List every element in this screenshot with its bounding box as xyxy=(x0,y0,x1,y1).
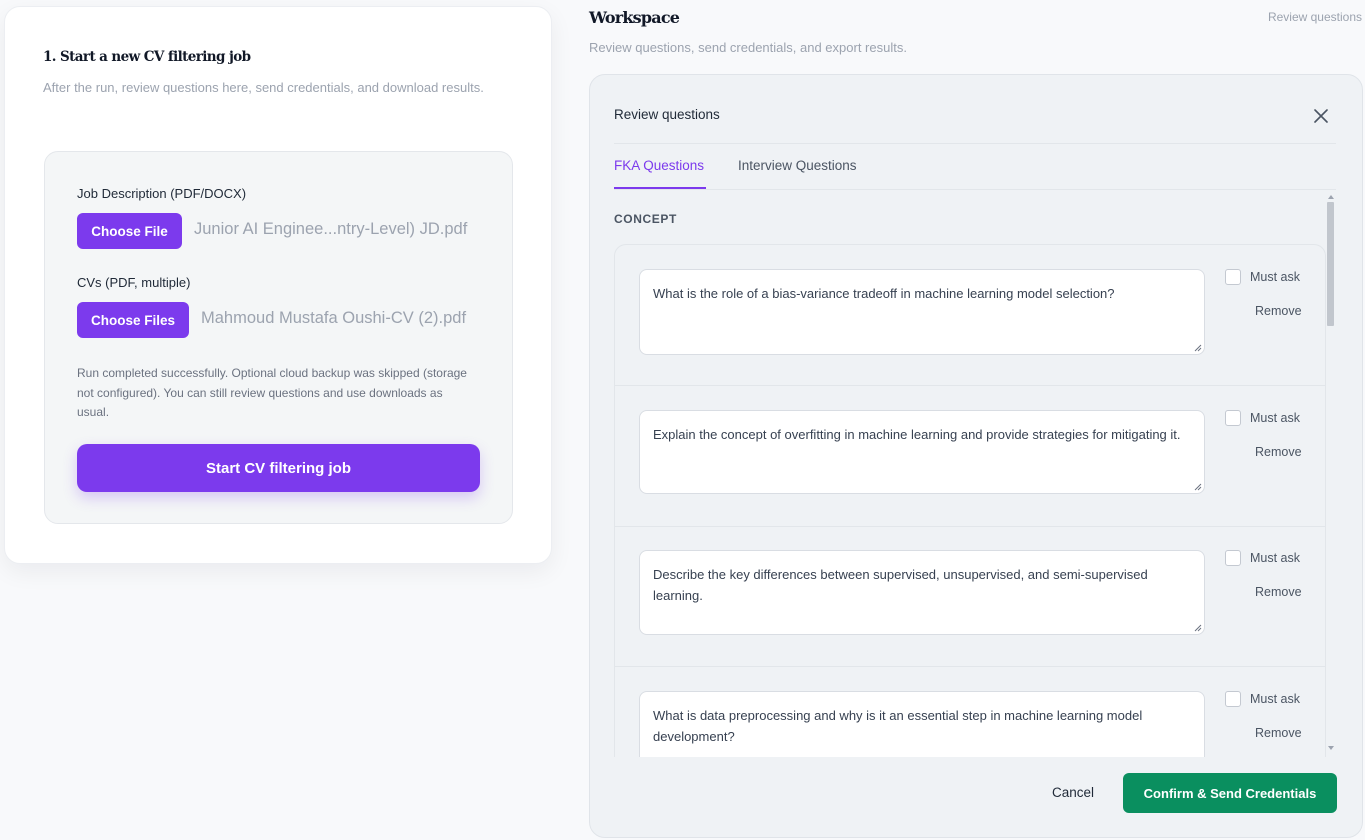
tab-fka-questions[interactable]: FKA Questions xyxy=(614,158,704,173)
job-setup-description: After the run, review questions here, se… xyxy=(43,80,484,95)
remove-button[interactable]: Remove xyxy=(1255,585,1302,599)
section-label: CONCEPT xyxy=(614,212,677,226)
job-setup-title: 1. Start a new CV filtering job xyxy=(43,49,251,65)
cvs-label: CVs (PDF, multiple) xyxy=(77,275,191,290)
job-setup-card: 1. Start a new CV filtering job After th… xyxy=(4,6,552,564)
header-divider xyxy=(614,143,1336,144)
must-ask-checkbox[interactable] xyxy=(1225,691,1241,707)
must-ask-toggle[interactable]: Must ask xyxy=(1225,410,1300,426)
must-ask-toggle[interactable]: Must ask xyxy=(1225,550,1300,566)
run-status-message: Run completed successfully. Optional clo… xyxy=(77,366,467,419)
question-row: What is the role of a bias-variance trad… xyxy=(615,245,1325,386)
resize-grip-icon[interactable] xyxy=(1194,344,1202,352)
question-text: What is data preprocessing and why is it… xyxy=(653,708,1143,744)
workspace-subtitle: Review questions, send credentials, and … xyxy=(589,40,907,55)
scroll-up-icon[interactable] xyxy=(1328,195,1334,199)
must-ask-checkbox[interactable] xyxy=(1225,410,1241,426)
modal-title: Review questions xyxy=(614,107,720,122)
question-textarea[interactable]: What is data preprocessing and why is it… xyxy=(639,691,1205,757)
job-description-label: Job Description (PDF/DOCX) xyxy=(77,186,247,201)
cancel-button[interactable]: Cancel xyxy=(1052,785,1094,800)
question-textarea[interactable]: Explain the concept of overfitting in ma… xyxy=(639,410,1205,494)
question-textarea[interactable]: Describe the key differences between sup… xyxy=(639,550,1205,635)
start-job-button[interactable]: Start CV filtering job xyxy=(77,444,480,492)
question-row: Describe the key differences between sup… xyxy=(615,526,1325,667)
must-ask-toggle[interactable]: Must ask xyxy=(1225,269,1300,285)
question-row: What is data preprocessing and why is it… xyxy=(615,667,1325,757)
remove-button[interactable]: Remove xyxy=(1255,445,1302,459)
question-text: Explain the concept of overfitting in ma… xyxy=(653,427,1181,442)
choose-jd-file-button[interactable]: Choose File xyxy=(77,213,182,249)
question-text: Describe the key differences between sup… xyxy=(653,567,1148,603)
jd-file-name: Junior AI Enginee...ntry-Level) JD.pdf xyxy=(194,220,468,238)
must-ask-label: Must ask xyxy=(1250,692,1301,706)
workspace-title: Workspace xyxy=(589,8,680,27)
question-textarea[interactable]: What is the role of a bias-variance trad… xyxy=(639,269,1205,355)
upload-form: Job Description (PDF/DOCX) Choose File J… xyxy=(44,151,513,524)
must-ask-label: Must ask xyxy=(1250,551,1301,565)
review-questions-modal: Review questions FKA Questions Interview… xyxy=(589,74,1363,838)
resize-grip-icon[interactable] xyxy=(1194,483,1202,491)
choose-cv-files-button[interactable]: Choose Files xyxy=(77,302,189,338)
remove-button[interactable]: Remove xyxy=(1255,726,1302,740)
must-ask-checkbox[interactable] xyxy=(1225,550,1241,566)
resize-grip-icon[interactable] xyxy=(1194,624,1202,632)
question-text: What is the role of a bias-variance trad… xyxy=(653,286,1115,301)
question-list: What is the role of a bias-variance trad… xyxy=(614,244,1326,757)
must-ask-label: Must ask xyxy=(1250,411,1301,425)
remove-button[interactable]: Remove xyxy=(1255,304,1302,318)
scroll-down-icon[interactable] xyxy=(1328,746,1334,750)
cv-file-name: Mahmoud Mustafa Oushi-CV (2).pdf xyxy=(201,309,467,327)
tabs-divider xyxy=(614,189,1336,190)
must-ask-checkbox[interactable] xyxy=(1225,269,1241,285)
question-list-scrollbar[interactable] xyxy=(1326,195,1336,750)
tab-interview-questions[interactable]: Interview Questions xyxy=(738,158,857,173)
close-icon[interactable] xyxy=(1310,105,1332,127)
confirm-send-credentials-button[interactable]: Confirm & Send Credentials xyxy=(1123,773,1337,813)
question-row: Explain the concept of overfitting in ma… xyxy=(615,386,1325,527)
review-questions-link[interactable]: Review questions xyxy=(1268,10,1362,24)
must-ask-label: Must ask xyxy=(1250,270,1301,284)
scrollbar-thumb[interactable] xyxy=(1327,202,1334,326)
must-ask-toggle[interactable]: Must ask xyxy=(1225,691,1300,707)
